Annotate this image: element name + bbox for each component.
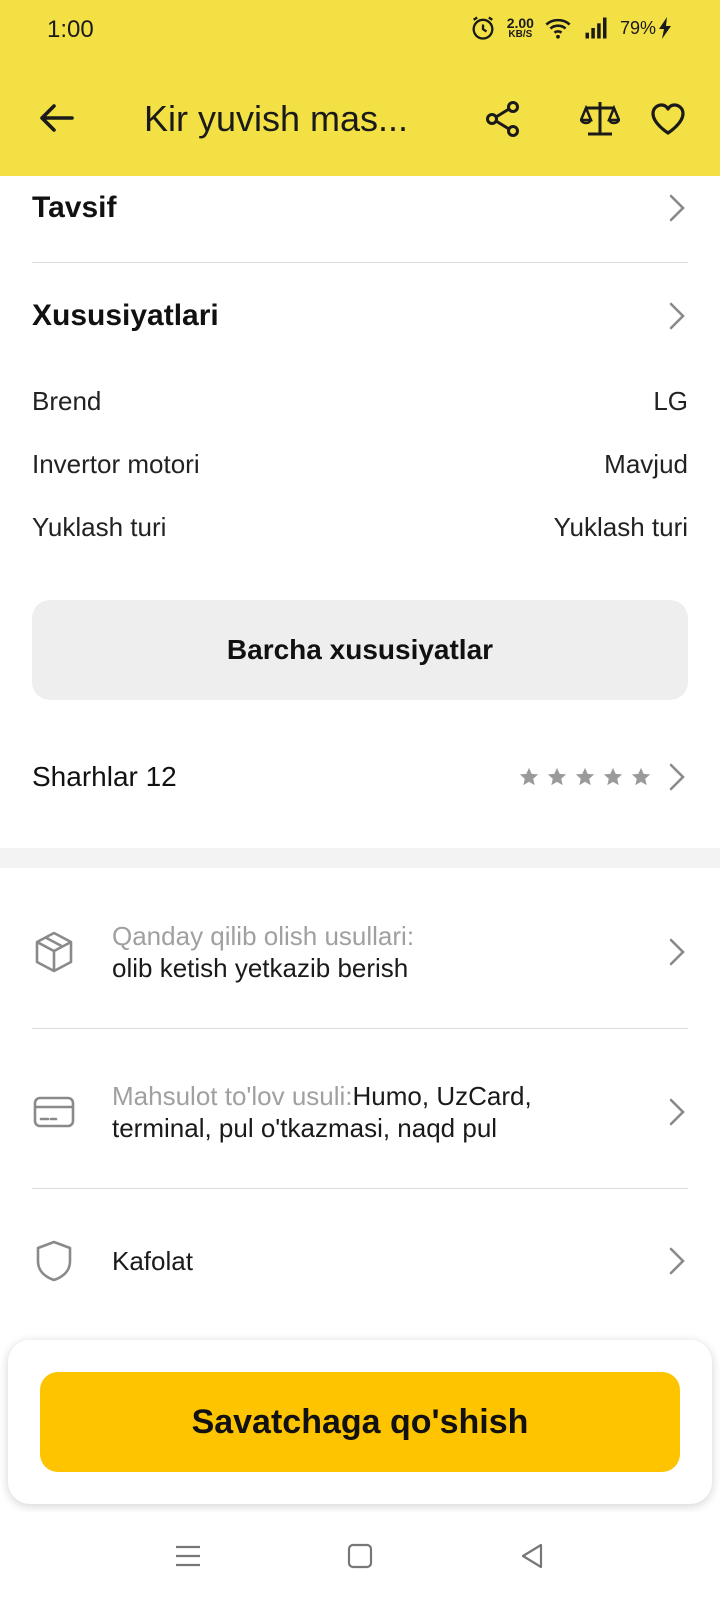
chevron-right-icon <box>669 938 685 966</box>
chevron-right-icon <box>669 1098 685 1126</box>
add-to-cart-button[interactable]: Savatchaga qo'shish <box>40 1372 680 1472</box>
status-icons: 2.00 KB/S 79% <box>469 14 672 42</box>
spec-row: Yuklash turi Yuklash turi <box>32 512 688 543</box>
reviews-label: Sharhlar 12 <box>32 761 177 792</box>
star-icon <box>575 767 595 786</box>
section-separator <box>0 848 720 868</box>
home-square-icon[interactable] <box>344 1540 376 1572</box>
description-row[interactable]: Tavsif <box>32 186 688 230</box>
spec-label: Brend <box>32 386 102 416</box>
divider <box>32 1028 688 1029</box>
spec-value: LG <box>653 386 688 416</box>
wifi-icon <box>545 18 571 39</box>
box-icon <box>35 931 73 973</box>
shield-icon <box>36 1240 72 1282</box>
credit-card-icon <box>33 1096 75 1128</box>
signal-icon <box>585 17 607 39</box>
back-arrow-icon[interactable] <box>36 98 76 138</box>
system-nav-bar <box>0 1512 720 1600</box>
star-icon <box>519 767 539 786</box>
specs-row[interactable]: Xususiyatlari <box>32 294 688 338</box>
warranty-label: Kafolat <box>112 1246 193 1276</box>
spec-value: Mavjud <box>604 449 688 479</box>
all-specs-button[interactable]: Barcha xususiyatlar <box>32 600 688 700</box>
description-title: Tavsif <box>32 191 117 224</box>
spec-value: Yuklash turi <box>553 512 688 542</box>
warranty-row[interactable]: Kafolat <box>32 1236 688 1286</box>
payment-row[interactable]: Mahsulot to'lov usuli:Humo, UzCard, term… <box>32 1076 688 1148</box>
app-header: 1:00 2.00 KB/S 79% Kir yuvish mas... <box>0 0 720 176</box>
divider <box>32 262 688 263</box>
charging-icon <box>659 17 671 39</box>
compare-scales-icon[interactable] <box>580 100 620 138</box>
payment-methods-line1: Humo, UzCard, <box>352 1081 532 1111</box>
chevron-right-icon <box>669 763 685 791</box>
status-time: 1:00 <box>47 16 94 43</box>
cta-card: Savatchaga qo'shish <box>8 1340 712 1504</box>
spec-label: Invertor motori <box>32 449 200 479</box>
spec-label: Yuklash turi <box>32 512 167 542</box>
star-icon <box>631 767 651 786</box>
rating-stars <box>518 766 652 788</box>
menu-icon[interactable] <box>172 1540 204 1572</box>
delivery-value: olib ketish yetkazib berish <box>112 953 409 983</box>
star-icon <box>547 767 567 786</box>
specs-title: Xususiyatlari <box>32 299 219 332</box>
delivery-label: Qanday qilib olish usullari: <box>112 921 415 951</box>
spec-row: Brend LG <box>32 386 688 417</box>
star-icon <box>603 767 623 786</box>
delivery-row[interactable]: Qanday qilib olish usullari: olib ketish… <box>32 916 688 988</box>
page-title: Kir yuvish mas... <box>144 98 409 139</box>
payment-label: Mahsulot to'lov usuli: <box>112 1081 353 1111</box>
payment-methods-line2: terminal, pul o'tkazmasi, naqd pul <box>112 1113 498 1143</box>
spec-row: Invertor motori Mavjud <box>32 449 688 480</box>
divider <box>32 1188 688 1189</box>
chevron-right-icon <box>669 1247 685 1275</box>
back-triangle-icon[interactable] <box>516 1540 548 1572</box>
battery-status: 79% <box>620 17 672 39</box>
reviews-row[interactable]: Sharhlar 12 <box>32 752 688 802</box>
heart-icon[interactable] <box>650 102 686 136</box>
alarm-icon <box>472 16 494 40</box>
chevron-right-icon <box>669 302 685 330</box>
net-speed: 2.00 KB/S <box>506 15 534 40</box>
share-icon[interactable] <box>484 100 522 138</box>
chevron-right-icon <box>669 194 685 222</box>
